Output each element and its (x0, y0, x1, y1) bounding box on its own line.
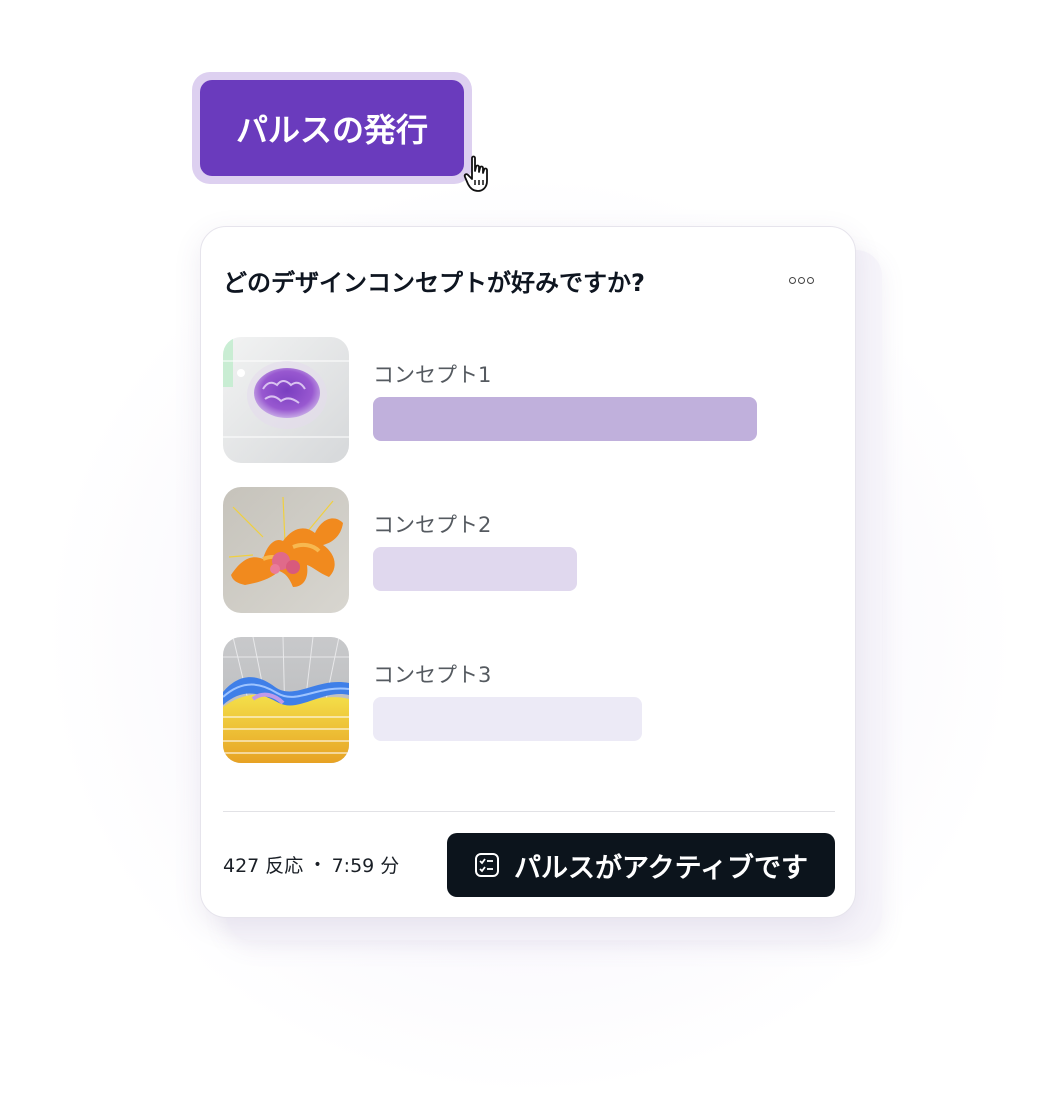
poll-option[interactable]: コンセプト3 (223, 637, 843, 763)
checklist-icon (474, 853, 499, 877)
poll-option[interactable]: コンセプト2 (223, 487, 843, 613)
stage: パルスの発行 どのデザインコンセプトが好みですか? コンセプト1 コンセプト2 … (0, 0, 1056, 1104)
publish-pulse-button[interactable]: パルスの発行 (200, 80, 464, 176)
result-bar[interactable] (373, 547, 577, 591)
response-count: 427 反応 (223, 855, 304, 877)
time-remaining: 7:59 分 (331, 855, 400, 877)
option-label: コンセプト1 (373, 363, 492, 387)
concept-3-thumbnail (223, 637, 349, 763)
pulse-active-label: パルスがアクティブです (513, 852, 809, 884)
concept-2-thumbnail (223, 487, 349, 613)
pulse-poll-card: どのデザインコンセプトが好みですか? コンセプト1 コンセプト2 コンセプト3 … (200, 226, 856, 918)
response-stats: 427 反応 • 7:59 分 (223, 851, 399, 878)
poll-option[interactable]: コンセプト1 (223, 337, 843, 463)
pulse-active-button[interactable]: パルスがアクティブです (447, 833, 835, 897)
poll-question: どのデザインコンセプトが好みですか? (223, 269, 645, 297)
result-bar[interactable] (373, 697, 642, 741)
more-options-icon[interactable] (783, 265, 819, 295)
stats-separator: • (313, 856, 322, 873)
footer-divider (223, 811, 835, 812)
option-label: コンセプト2 (373, 513, 492, 537)
option-label: コンセプト3 (373, 663, 492, 687)
result-bar[interactable] (373, 397, 757, 441)
concept-1-thumbnail (223, 337, 349, 463)
hand-pointer-icon (463, 155, 488, 192)
